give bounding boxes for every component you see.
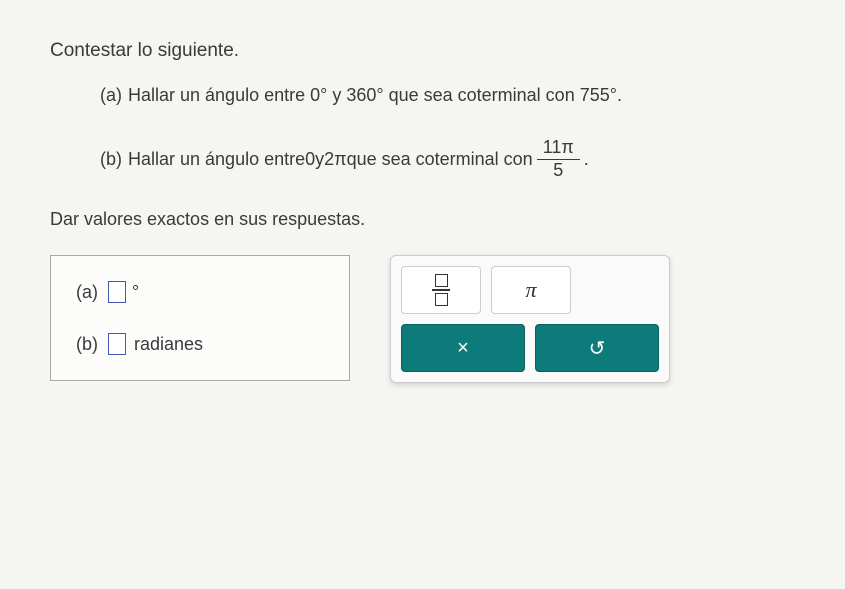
qb-fraction: 11π 5 [537, 137, 580, 181]
qb-mid1: y [315, 146, 324, 173]
keypad-spacer [581, 266, 659, 314]
bottom-row: (a) ° (b) radianes π × [50, 255, 795, 383]
pi-icon: π [525, 277, 536, 303]
answer-b: (b) radianes [76, 333, 324, 355]
keypad: π × ↺ [390, 255, 670, 383]
qb-pre: Hallar un ángulo entre [128, 146, 305, 173]
fraction-button[interactable] [401, 266, 481, 314]
question-a-label: (a) [100, 82, 122, 109]
qa-angle1: 0° [310, 85, 327, 105]
qa-angle2: 360° [346, 85, 383, 105]
keypad-row-1: π [401, 266, 659, 314]
qa-mid1: y [327, 85, 346, 105]
clear-button[interactable]: × [401, 324, 525, 372]
answer-box: (a) ° (b) radianes [50, 255, 350, 381]
answer-a-input[interactable] [108, 281, 126, 303]
main-instruction: Contestar lo siguiente. [50, 40, 795, 62]
qb-angle1: 0 [305, 146, 315, 173]
question-b: (b) Hallar un ángulo entre 0 y 2π que se… [100, 137, 795, 181]
qa-post: . [617, 85, 622, 105]
pi-button[interactable]: π [491, 266, 571, 314]
qb-angle2: 2π [324, 146, 346, 173]
reset-icon: ↺ [589, 336, 606, 361]
sub-instruction: Dar valores exactos en sus respuestas. [50, 209, 795, 230]
qb-frac-num: 11π [537, 137, 580, 160]
qa-angle3: 755° [580, 85, 617, 105]
answer-a-unit: ° [132, 282, 139, 303]
qb-mid2: que sea coterminal con [347, 146, 533, 173]
reset-button[interactable]: ↺ [535, 324, 659, 372]
keypad-row-2: × ↺ [401, 324, 659, 372]
answer-b-input[interactable] [108, 333, 126, 355]
qb-frac-den: 5 [547, 160, 569, 182]
answer-b-label: (b) [76, 334, 98, 355]
question-list: (a) Hallar un ángulo entre 0° y 360° que… [50, 82, 795, 181]
qa-mid2: que sea coterminal con [384, 85, 580, 105]
qa-pre: Hallar un ángulo entre [128, 85, 310, 105]
answer-a: (a) ° [76, 281, 324, 303]
answer-b-unit: radianes [134, 334, 203, 355]
question-b-label: (b) [100, 146, 122, 173]
answer-a-label: (a) [76, 282, 98, 303]
question-a: (a) Hallar un ángulo entre 0° y 360° que… [100, 82, 795, 109]
fraction-icon [432, 274, 450, 306]
qb-post: . [584, 146, 589, 173]
question-a-text: Hallar un ángulo entre 0° y 360° que sea… [128, 82, 622, 109]
close-icon: × [457, 337, 469, 360]
